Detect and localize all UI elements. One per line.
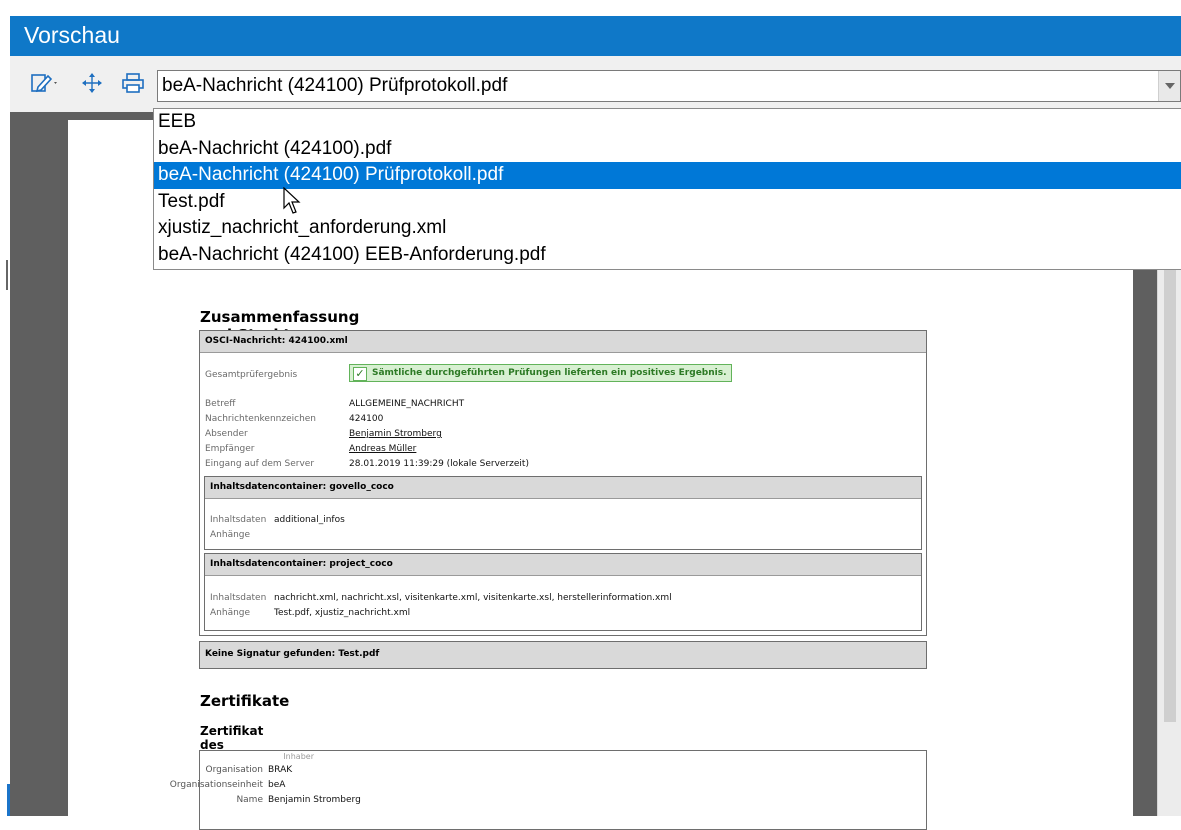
left-window-edge	[0, 0, 11, 816]
c2-anhaenge-value: Test.pdf, xjustiz_nachricht.xml	[274, 608, 411, 618]
certificate-box	[199, 750, 927, 830]
gesamt-result-badge: ✓ Sämtliche durchgeführten Prüfungen lie…	[349, 364, 732, 382]
c1-daten-label: Inhaltsdaten	[210, 515, 267, 525]
c2-daten-label: Inhaltsdaten	[210, 593, 267, 603]
selected-file-text: beA-Nachricht (424100) Prüfprotokoll.pdf	[162, 75, 508, 96]
absender-label: Absender	[205, 429, 248, 439]
container-project-header: Inhaltsdatencontainer: project_coco	[205, 554, 921, 576]
mouse-cursor-icon	[283, 187, 301, 214]
dropdown-item[interactable]: EEB	[154, 109, 1181, 136]
empfaenger-label: Empfänger	[205, 444, 255, 454]
betreff-label: Betreff	[205, 399, 236, 409]
dropdown-item-selected[interactable]: beA-Nachricht (424100) Prüfprotokoll.pdf	[154, 162, 1181, 189]
c2-daten-value: nachricht.xml, nachricht.xsl, visitenkar…	[274, 593, 672, 603]
cert-unit-value: beA	[268, 780, 286, 790]
empfaenger-link[interactable]: Andreas Müller	[349, 444, 416, 454]
signatur-header: Keine Signatur gefunden: Test.pdf	[200, 642, 926, 668]
cert-org-value: BRAK	[268, 765, 293, 775]
cert-inhaber-heading: Inhaber	[283, 752, 314, 761]
c2-anhaenge-label: Anhänge	[210, 608, 251, 618]
window-title: Vorschau	[24, 22, 120, 48]
dropdown-item[interactable]: Test.pdf	[154, 189, 1181, 216]
dropdown-item[interactable]: xjustiz_nachricht_anforderung.xml	[154, 215, 1181, 242]
container-govello-box: Inhaltsdatencontainer: govello_coco	[204, 476, 922, 550]
gesamt-label: Gesamtprüfergebnis	[205, 370, 298, 380]
checkmark-icon: ✓	[353, 367, 367, 381]
cert-unit-label: Organisationseinheit	[169, 780, 263, 790]
toolbar: beA-Nachricht (424100) Prüfprotokoll.pdf	[10, 56, 1181, 112]
dropdown-item[interactable]: beA-Nachricht (424100).pdf	[154, 136, 1181, 163]
osci-header: OSCI-Nachricht: 424100.xml	[200, 331, 926, 353]
eingang-value: 28.01.2019 11:39:29 (lokale Serverzeit)	[349, 459, 529, 469]
move-icon[interactable]	[80, 72, 104, 94]
chevron-down-icon[interactable]	[1158, 71, 1180, 101]
edit-icon[interactable]	[28, 72, 62, 94]
absender-link[interactable]: Benjamin Stromberg	[349, 429, 442, 439]
kennzeichen-value: 424100	[349, 414, 384, 424]
c1-daten-value: additional_infos	[274, 515, 345, 525]
container-project-box: Inhaltsdatencontainer: project_coco	[204, 553, 922, 631]
cert-org-label: Organisation	[205, 765, 263, 775]
file-dropdown-list: EEB beA-Nachricht (424100).pdf beA-Nachr…	[153, 108, 1181, 270]
print-icon[interactable]	[120, 72, 146, 94]
file-select-combobox[interactable]: beA-Nachricht (424100) Prüfprotokoll.pdf	[157, 70, 1181, 102]
signatur-box: Keine Signatur gefunden: Test.pdf	[199, 641, 927, 669]
container-govello-header: Inhaltsdatencontainer: govello_coco	[205, 477, 921, 499]
cert-name-value: Benjamin Stromberg	[268, 795, 361, 805]
section-title-certificates: Zertifikate	[200, 692, 290, 710]
dropdown-item[interactable]: beA-Nachricht (424100) EEB-Anforderung.p…	[154, 242, 1181, 269]
betreff-value: ALLGEMEINE_NACHRICHT	[349, 399, 465, 409]
kennzeichen-label: Nachrichtenkennzeichen	[205, 414, 317, 424]
window-title-bar: Vorschau	[10, 16, 1181, 56]
gesamt-value: Sämtliche durchgeführten Prüfungen liefe…	[372, 368, 727, 378]
c1-anhaenge-label: Anhänge	[210, 530, 251, 540]
eingang-label: Eingang auf dem Server	[205, 459, 315, 469]
resize-grip[interactable]	[6, 260, 8, 290]
cert-name-label: Name	[236, 795, 263, 805]
